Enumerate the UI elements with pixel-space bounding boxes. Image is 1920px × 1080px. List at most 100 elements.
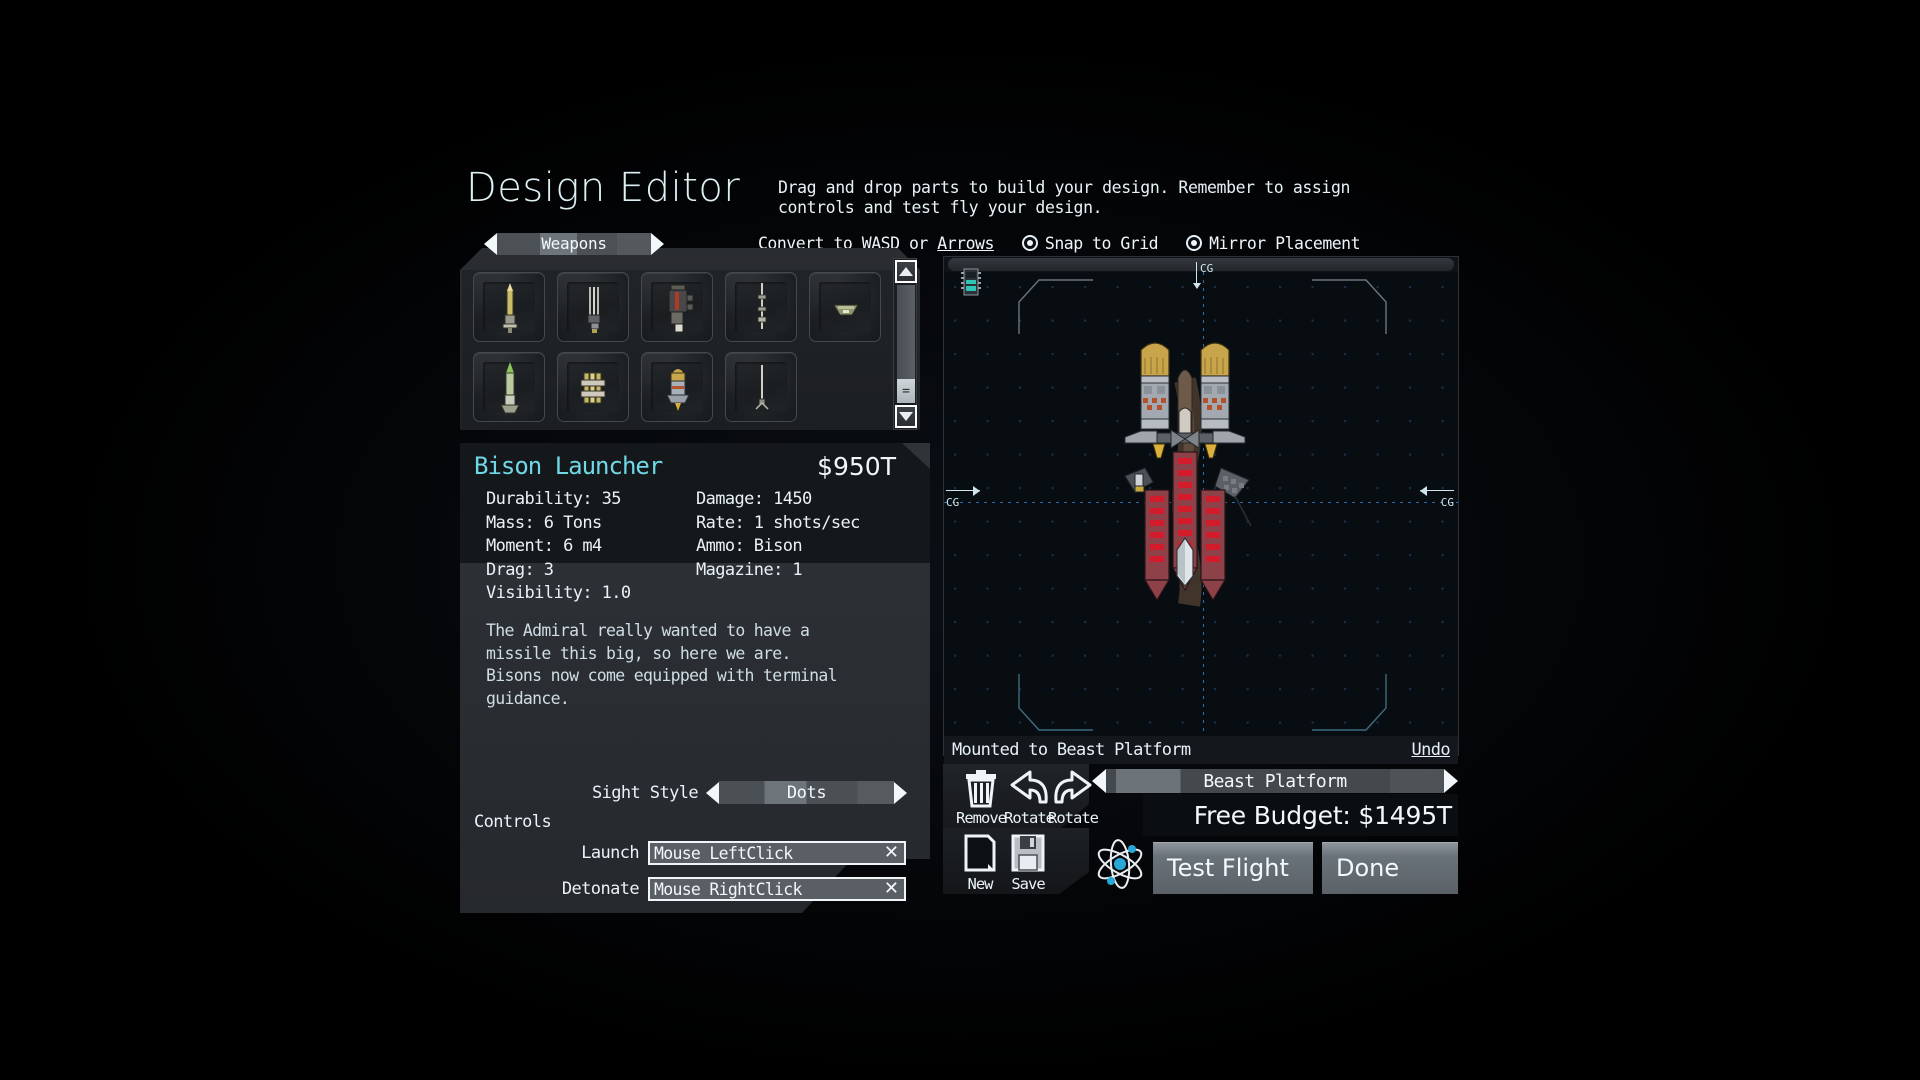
part-stats-left: Durability: 35 Mass: 6 Tons Moment: 6 m4… xyxy=(486,488,684,606)
palette-scrollbar[interactable]: = xyxy=(893,258,917,430)
stat-line: Rate: 1 shots/sec xyxy=(696,512,860,533)
part-price: $950T xyxy=(817,452,896,481)
circuit-chip-icon[interactable] xyxy=(961,268,981,296)
part-slot[interactable] xyxy=(557,352,629,422)
page-subtitle: Drag and drop parts to build your design… xyxy=(778,178,1351,217)
engine-left xyxy=(1143,489,1171,602)
control-binding-row: Detonate Mouse RightClick ✕ xyxy=(474,876,914,902)
binding-label-detonate: Detonate xyxy=(561,879,640,899)
scroll-down-button[interactable] xyxy=(895,405,917,428)
dish-pod-icon xyxy=(833,304,859,316)
part-name: Bison Launcher xyxy=(474,452,663,480)
stat-line: Ammo: Bison xyxy=(696,536,803,556)
stat-line: Mass: 6 Tons xyxy=(486,512,602,533)
part-slot[interactable] xyxy=(725,352,797,422)
sight-style-value[interactable]: Dots xyxy=(718,781,894,804)
stat-line: Drag: 3 xyxy=(486,559,554,580)
binding-value-detonate: Mouse RightClick xyxy=(654,879,802,899)
parts-slot-grid xyxy=(473,272,893,432)
sight-style-row: Sight Style Dots xyxy=(592,779,907,806)
cg-label-right: CG xyxy=(1440,496,1454,509)
stat-line: Damage: 1450 xyxy=(696,489,812,509)
bison-launcher-icon xyxy=(666,369,690,411)
done-button[interactable]: Done xyxy=(1322,842,1458,894)
missile-left xyxy=(1140,342,1170,430)
convert-or-label: or xyxy=(899,233,938,253)
stat-line: Magazine: 1 xyxy=(696,559,803,580)
scrollbar-grip[interactable]: = xyxy=(897,379,915,403)
cg-label-top: CG xyxy=(1200,262,1214,275)
page-title: Design Editor xyxy=(466,165,741,211)
part-slot[interactable] xyxy=(557,272,629,342)
prev-sight-arrow-icon[interactable] xyxy=(705,781,719,804)
parts-row xyxy=(473,352,893,422)
rotate-cw-icon xyxy=(1054,770,1092,804)
atom-icon[interactable] xyxy=(1092,836,1148,892)
binding-field-detonate[interactable]: Mouse RightClick ✕ xyxy=(648,877,906,901)
design-editor-screen: Design Editor Drag and drop parts to bui… xyxy=(0,0,1920,1080)
mirror-placement-toggle[interactable]: Mirror Placement xyxy=(1186,233,1361,253)
undo-link[interactable]: Undo xyxy=(1411,740,1450,760)
prev-category-arrow-icon[interactable] xyxy=(484,232,497,255)
part-slot[interactable] xyxy=(473,352,545,422)
clear-binding-icon[interactable]: ✕ xyxy=(884,880,899,898)
parts-row xyxy=(473,272,893,342)
stat-line: Durability: 35 xyxy=(486,489,621,509)
remove-label: Remove xyxy=(956,809,1007,827)
sight-style-label: Sight Style xyxy=(592,782,699,803)
canvas-corner-bracket-tr xyxy=(1312,279,1387,334)
new-label: New xyxy=(967,875,994,893)
control-binding-row: Launch Mouse LeftClick ✕ xyxy=(474,840,914,866)
part-slot[interactable] xyxy=(809,272,881,342)
multi-barrel-icon xyxy=(587,287,601,333)
cg-label-left: CG xyxy=(946,496,960,509)
side-pod-left xyxy=(1124,467,1154,493)
rotate-ccw-icon xyxy=(1010,770,1048,804)
category-value[interactable]: Weapons xyxy=(497,232,651,255)
cg-marker-left: CG xyxy=(946,486,980,509)
canvas-corner-bracket-br xyxy=(1312,674,1387,731)
save-label: Save xyxy=(1011,875,1045,893)
test-flight-button[interactable]: Test Flight xyxy=(1153,842,1313,894)
binding-label-launch: Launch xyxy=(581,843,639,863)
trash-icon xyxy=(966,770,996,808)
radio-filled-icon xyxy=(1186,235,1203,251)
snap-to-grid-label: Snap to Grid xyxy=(1044,233,1159,253)
convert-arrows-link[interactable]: Arrows xyxy=(937,234,994,253)
platform-selector[interactable]: Beast Platform xyxy=(1092,768,1458,794)
scrollbar-thumb[interactable] xyxy=(897,285,915,379)
save-button[interactable]: Save xyxy=(1000,834,1056,896)
prev-platform-arrow-icon[interactable] xyxy=(1092,769,1106,793)
radio-filled-icon xyxy=(1021,235,1038,251)
sight-style-selector[interactable]: Dots xyxy=(705,780,907,805)
new-document-icon xyxy=(964,834,996,872)
canvas-corner-bracket-tl xyxy=(1018,279,1093,334)
binding-field-launch[interactable]: Mouse LeftClick ✕ xyxy=(648,841,906,865)
part-stats-right: Damage: 1450 Rate: 1 shots/sec Ammo: Bis… xyxy=(696,488,894,606)
part-slot[interactable] xyxy=(725,272,797,342)
next-platform-arrow-icon[interactable] xyxy=(1444,769,1458,793)
platform-value[interactable]: Beast Platform xyxy=(1106,769,1444,793)
next-sight-arrow-icon[interactable] xyxy=(894,781,907,804)
cg-arrow-left-icon xyxy=(1420,486,1454,496)
mirror-placement-label: Mirror Placement xyxy=(1209,233,1361,253)
binding-value-launch: Mouse LeftClick xyxy=(654,843,793,863)
canvas-corner-bracket-bl xyxy=(1018,674,1093,731)
part-slot[interactable] xyxy=(641,352,713,422)
part-slot[interactable] xyxy=(641,272,713,342)
engine-right xyxy=(1199,489,1227,602)
rotate-cw-label: Rotate xyxy=(1048,809,1099,827)
ship-assembly[interactable] xyxy=(1123,340,1303,610)
missile-green-icon xyxy=(500,362,520,414)
category-selector[interactable]: Weapons xyxy=(484,231,664,256)
controls-heading: Controls xyxy=(474,812,552,832)
snap-to-grid-toggle[interactable]: Snap to Grid xyxy=(1021,233,1159,253)
scroll-up-button[interactable] xyxy=(895,260,917,283)
part-slot[interactable] xyxy=(473,272,545,342)
triangle-up-icon xyxy=(899,267,913,276)
test-flight-label: Test Flight xyxy=(1167,854,1289,882)
clear-binding-icon[interactable]: ✕ xyxy=(884,844,899,862)
stat-line: Visibility: 1.0 xyxy=(486,583,631,603)
next-category-arrow-icon[interactable] xyxy=(651,232,664,255)
beam-rod-icon xyxy=(757,283,767,329)
